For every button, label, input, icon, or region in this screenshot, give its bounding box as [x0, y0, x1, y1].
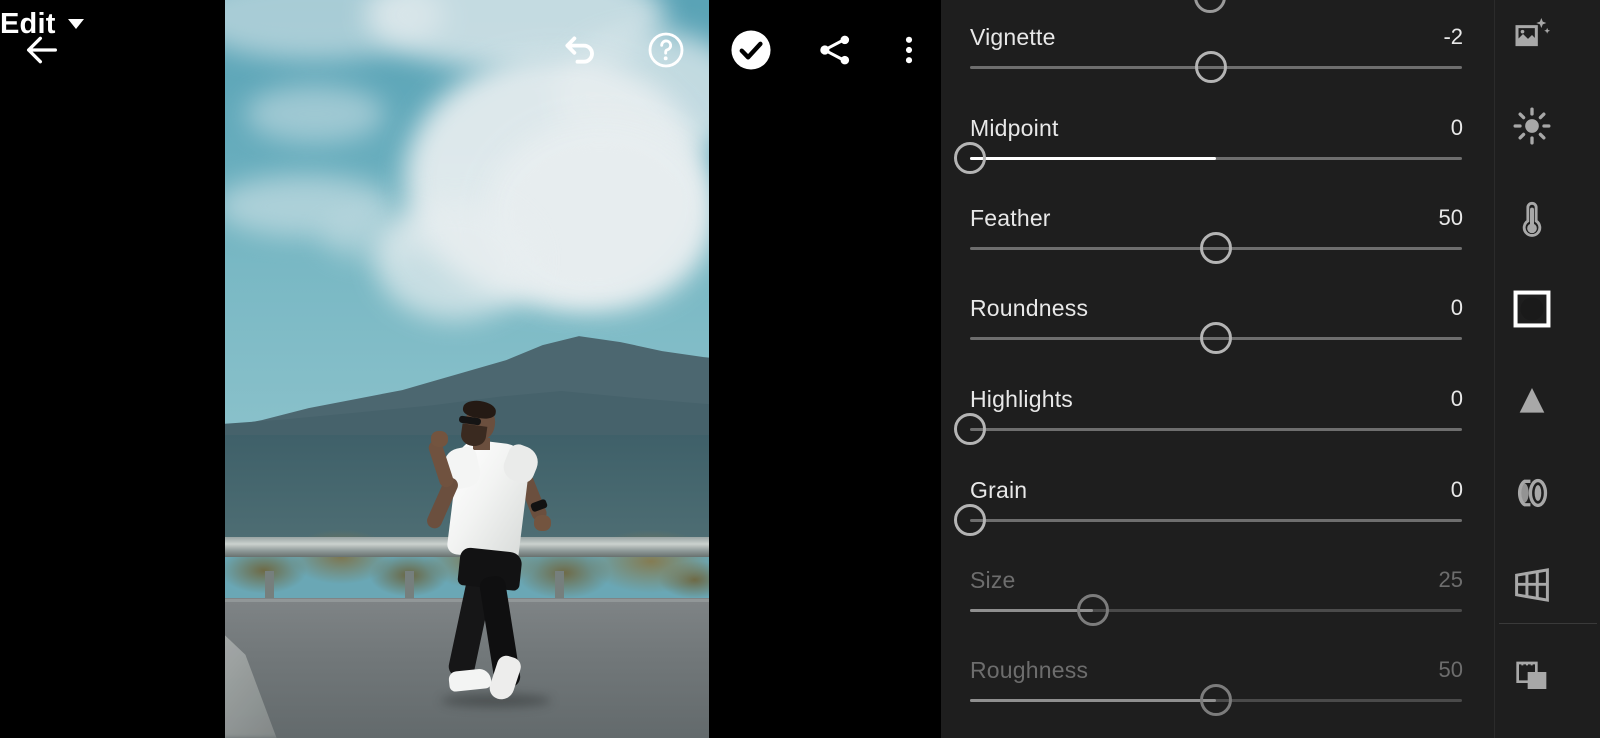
slider-knob[interactable] — [1200, 684, 1232, 716]
photo-editor-app: Edit Vignette -2 Midpoint 0 Feather 50 R… — [0, 0, 1600, 738]
help-button[interactable] — [642, 26, 690, 74]
rail-item-auto[interactable] — [1495, 3, 1569, 65]
share-button[interactable] — [811, 26, 859, 74]
slider-label: Highlights — [970, 385, 1073, 412]
slider-fill — [970, 609, 1093, 612]
slider-label: Size — [970, 566, 1016, 593]
back-button[interactable] — [18, 26, 66, 74]
slider-label: Vignette — [970, 23, 1056, 50]
auto-enhance-icon — [1515, 18, 1551, 47]
slider-knob[interactable] — [1077, 594, 1109, 626]
slider-header: Highlights 0 — [970, 384, 1463, 414]
slider-header: Roundness 0 — [970, 293, 1463, 323]
rail-item-light[interactable] — [1495, 95, 1569, 157]
optics-icon — [1517, 478, 1548, 508]
slider-roundness[interactable]: Roundness 0 — [941, 293, 1494, 383]
slider-knob[interactable] — [1200, 232, 1232, 264]
slider-label: Midpoint — [970, 114, 1059, 141]
slider-value: -2 — [1443, 24, 1463, 49]
slider-header: Vignette -2 — [970, 22, 1463, 52]
arrow-left-icon — [27, 36, 57, 64]
slider-label: Grain — [970, 476, 1028, 503]
rail-item-color[interactable] — [1495, 188, 1569, 250]
slider-grain[interactable]: Grain 0 — [941, 475, 1494, 565]
slider-header: Midpoint 0 — [970, 113, 1463, 143]
slider-fill — [970, 157, 1216, 160]
slider-fill — [970, 699, 1216, 702]
slider-knob[interactable] — [954, 504, 986, 536]
top-toolbar: Edit — [0, 0, 941, 100]
slider-track[interactable] — [970, 519, 1462, 522]
rail-divider — [1499, 623, 1597, 624]
more-vertical-icon — [905, 36, 913, 64]
effects-icon — [1513, 290, 1551, 328]
presets-icon — [1516, 661, 1547, 689]
light-icon — [1513, 107, 1551, 145]
cloud — [320, 215, 440, 261]
slider-label: Feather — [970, 204, 1051, 231]
slider-header: Size 25 — [970, 565, 1463, 595]
slider-value: 50 — [1438, 657, 1463, 682]
photo-runner — [401, 398, 581, 728]
slider-knob[interactable] — [954, 142, 986, 174]
slider-header: Feather 50 — [970, 203, 1463, 233]
undo-button[interactable] — [557, 26, 605, 74]
slider-value: 25 — [1438, 567, 1463, 592]
detail-icon — [1519, 388, 1545, 413]
slider-size[interactable]: Size 25 — [941, 565, 1494, 655]
help-circle-icon — [648, 32, 684, 68]
chevron-down-icon — [67, 19, 84, 29]
slider-feather[interactable]: Feather 50 — [941, 203, 1494, 293]
slider-value: 0 — [1450, 295, 1463, 320]
slider-track[interactable] — [970, 428, 1462, 431]
more-options-button[interactable] — [885, 26, 933, 74]
edit-mode-dropdown[interactable]: Edit — [0, 0, 941, 48]
rail-item-effects[interactable] — [1495, 278, 1569, 340]
slider-label: Roughness — [970, 656, 1089, 683]
canvas-area: Edit — [0, 0, 941, 738]
slider-midpoint[interactable]: Midpoint 0 — [941, 113, 1494, 203]
slider-knob[interactable] — [1194, 51, 1227, 83]
slider-value: 0 — [1450, 115, 1463, 140]
slider-knob[interactable] — [954, 413, 986, 445]
slider-value: 0 — [1450, 386, 1463, 411]
rail-item-detail[interactable] — [1495, 370, 1569, 432]
slider-value: 0 — [1450, 477, 1463, 502]
slider-vignette[interactable]: Vignette -2 — [941, 22, 1494, 112]
effects-panel[interactable]: Vignette -2 Midpoint 0 Feather 50 Roundness 0 Hi… — [941, 0, 1494, 738]
confirm-button[interactable] — [726, 25, 776, 75]
share-icon — [820, 35, 850, 65]
photo-preview[interactable] — [225, 0, 709, 738]
slider-header: Grain 0 — [970, 475, 1463, 505]
slider-track[interactable] — [970, 609, 1462, 612]
slider-highlights[interactable]: Highlights 0 — [941, 384, 1494, 474]
slider-roughness[interactable]: Roughness 50 — [941, 655, 1494, 738]
check-circle-icon — [731, 30, 771, 70]
rail-item-presets[interactable] — [1495, 645, 1569, 707]
color-icon — [1522, 201, 1542, 237]
rail-item-geometry[interactable] — [1495, 554, 1569, 616]
slider-knob[interactable] — [1200, 322, 1232, 354]
tool-rail — [1494, 0, 1600, 738]
slider-value: 50 — [1438, 205, 1463, 230]
geometry-icon — [1515, 568, 1549, 602]
slider-header: Roughness 50 — [970, 655, 1463, 685]
slider-track[interactable] — [970, 157, 1462, 160]
slider-label: Roundness — [970, 294, 1089, 321]
undo-icon — [565, 36, 594, 64]
rail-item-optics[interactable] — [1495, 462, 1569, 524]
